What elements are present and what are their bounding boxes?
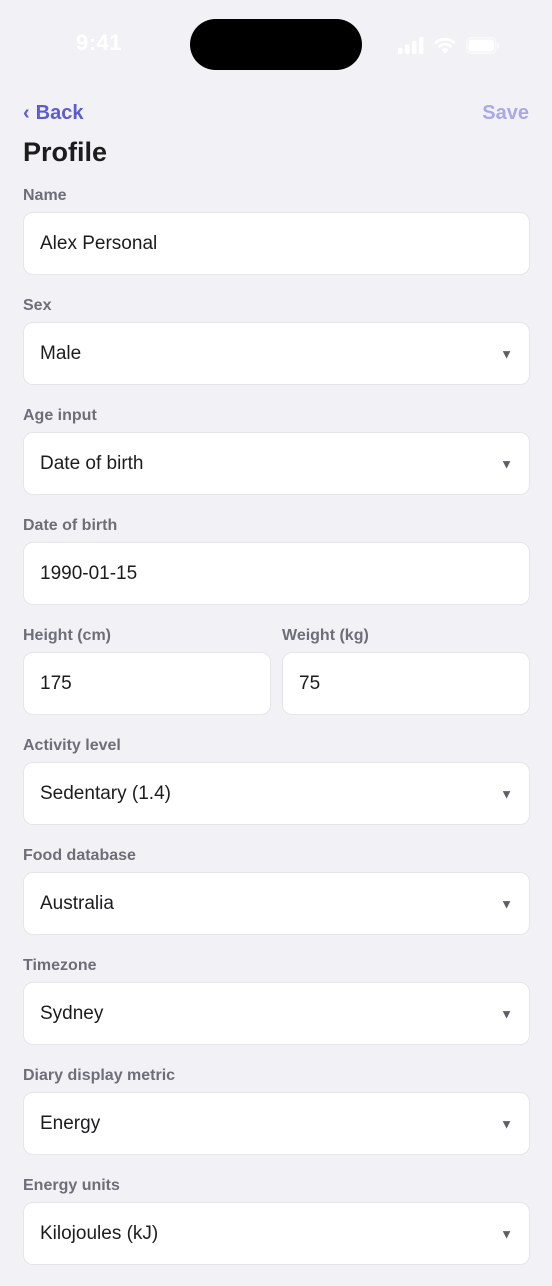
dob-label: Date of birth xyxy=(23,517,118,534)
height-input[interactable]: 175 xyxy=(23,652,271,715)
weight-field-group: Weight (kg) 75 xyxy=(282,626,530,715)
weight-input[interactable]: 75 xyxy=(282,652,530,715)
diary-metric-select[interactable]: Energy ▼ xyxy=(23,1092,530,1155)
dob-input[interactable]: 1990-01-15 xyxy=(23,542,530,605)
energy-units-value: Kilojoules (kJ) xyxy=(40,1222,159,1244)
activity-field-group: Activity level Sedentary (1.4) ▼ xyxy=(23,736,530,825)
name-field-group: Name Alex Personal xyxy=(23,186,530,275)
height-weight-row: Height (cm) 175 Weight (kg) 75 xyxy=(23,626,530,736)
height-label: Height (cm) xyxy=(23,627,111,644)
caret-down-icon: ▼ xyxy=(500,1226,513,1241)
name-value: Alex Personal xyxy=(40,232,158,254)
back-button[interactable]: ‹ Back xyxy=(23,102,83,125)
diary-metric-field-group: Diary display metric Energy ▼ xyxy=(23,1066,530,1155)
diary-metric-label: Diary display metric xyxy=(23,1067,176,1084)
name-label: Name xyxy=(23,187,67,204)
energy-units-select[interactable]: Kilojoules (kJ) ▼ xyxy=(23,1202,530,1265)
activity-value: Sedentary (1.4) xyxy=(40,782,171,804)
profile-form: Name Alex Personal Sex Male ▼ Age input … xyxy=(23,186,530,1286)
food-database-label: Food database xyxy=(23,847,136,864)
save-button[interactable]: Save xyxy=(482,102,529,125)
status-bar: 9:41 xyxy=(0,0,552,90)
dob-field-group: Date of birth 1990-01-15 xyxy=(23,516,530,605)
dynamic-island xyxy=(190,19,362,70)
weight-value: 75 xyxy=(299,672,321,694)
age-input-field-group: Age input Date of birth ▼ xyxy=(23,406,530,495)
caret-down-icon: ▼ xyxy=(500,456,513,471)
signal-icon xyxy=(398,36,424,54)
caret-down-icon: ▼ xyxy=(500,786,513,801)
age-input-select[interactable]: Date of birth ▼ xyxy=(23,432,530,495)
navigation-bar: ‹ Back Save xyxy=(0,96,552,132)
battery-icon xyxy=(466,36,500,54)
wifi-icon xyxy=(434,37,456,53)
status-time: 9:41 xyxy=(76,30,123,55)
status-icons xyxy=(398,35,500,55)
caret-down-icon: ▼ xyxy=(500,896,513,911)
height-field-group: Height (cm) 175 xyxy=(23,626,271,715)
back-button-label: Back xyxy=(35,102,84,124)
name-input[interactable]: Alex Personal xyxy=(23,212,530,275)
timezone-label: Timezone xyxy=(23,957,97,974)
food-database-field-group: Food database Australia ▼ xyxy=(23,846,530,935)
chevron-left-icon: ‹ xyxy=(23,101,30,124)
food-database-value: Australia xyxy=(40,892,114,914)
timezone-select[interactable]: Sydney ▼ xyxy=(23,982,530,1045)
activity-label: Activity level xyxy=(23,737,121,754)
activity-select[interactable]: Sedentary (1.4) ▼ xyxy=(23,762,530,825)
sex-value: Male xyxy=(40,342,82,364)
diary-metric-value: Energy xyxy=(40,1112,101,1134)
food-database-select[interactable]: Australia ▼ xyxy=(23,872,530,935)
timezone-value: Sydney xyxy=(40,1002,104,1024)
sex-select[interactable]: Male ▼ xyxy=(23,322,530,385)
weight-label: Weight (kg) xyxy=(282,627,369,644)
energy-units-label: Energy units xyxy=(23,1177,120,1194)
dob-value: 1990-01-15 xyxy=(40,562,138,584)
age-input-label: Age input xyxy=(23,407,97,424)
caret-down-icon: ▼ xyxy=(500,346,513,361)
timezone-field-group: Timezone Sydney ▼ xyxy=(23,956,530,1045)
sex-label: Sex xyxy=(23,297,52,314)
caret-down-icon: ▼ xyxy=(500,1006,513,1021)
height-value: 175 xyxy=(40,672,72,694)
energy-units-field-group: Energy units Kilojoules (kJ) ▼ xyxy=(23,1176,530,1265)
caret-down-icon: ▼ xyxy=(500,1116,513,1131)
page-title: Profile xyxy=(23,137,108,167)
age-input-value: Date of birth xyxy=(40,452,144,474)
sex-field-group: Sex Male ▼ xyxy=(23,296,530,385)
